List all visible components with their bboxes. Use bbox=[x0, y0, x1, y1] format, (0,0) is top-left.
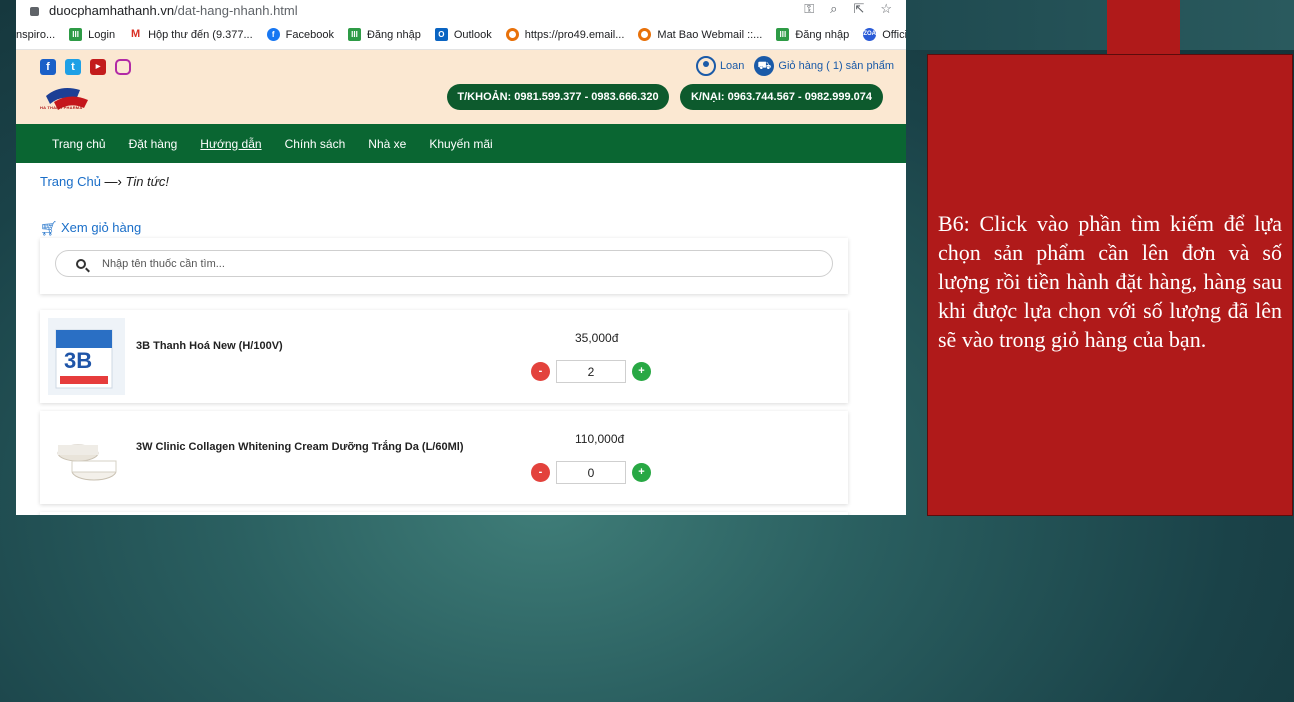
logo-wordmark: HA THANH PHARMA bbox=[40, 105, 83, 110]
facebook-icon[interactable]: f bbox=[40, 59, 56, 75]
complaint-phone-pill: K/NẠI: 0963.744.567 - 0982.999.074 bbox=[680, 84, 883, 110]
product-price: 110,000đ bbox=[575, 432, 625, 446]
bookmark-item[interactable]: III Đăng nhập bbox=[347, 28, 421, 41]
instruction-callout: B6: Click vào phần tìm kiếm để lựa chọn … bbox=[927, 54, 1293, 516]
user-name[interactable]: Loan bbox=[720, 60, 744, 72]
instagram-icon[interactable] bbox=[115, 59, 131, 75]
breadcrumb-separator: —› bbox=[100, 174, 126, 189]
view-cart-label: Xem giỏ hàng bbox=[61, 220, 142, 235]
key-icon[interactable]: ⚿ bbox=[804, 1, 814, 17]
increase-button[interactable]: + bbox=[632, 463, 651, 482]
svg-text:3B: 3B bbox=[64, 348, 92, 373]
product-name[interactable]: 3B Thanh Hoá New (H/100V) bbox=[136, 340, 283, 352]
breadcrumb: Trang Chủ —› Tin tức! bbox=[40, 174, 169, 189]
breadcrumb-home-link[interactable]: Trang Chủ bbox=[40, 174, 101, 189]
product-price: 35,000đ bbox=[575, 331, 619, 345]
url-domain: duocphamhathanh.vn bbox=[49, 2, 175, 18]
address-bar[interactable]: duocphamhathanh.vn/dat-hang-nhanh.html ⚿… bbox=[16, 0, 906, 20]
bars-icon: III bbox=[347, 28, 361, 41]
star-icon[interactable]: ☆ bbox=[880, 1, 892, 17]
increase-button[interactable]: + bbox=[632, 362, 651, 381]
bookmark-item[interactable]: III Đăng nhập bbox=[776, 28, 849, 41]
search-input[interactable] bbox=[102, 257, 702, 270]
zoom-icon[interactable]: ⌕ bbox=[830, 1, 837, 17]
cart-icon[interactable]: ⛟ bbox=[754, 56, 775, 76]
quantity-input[interactable] bbox=[556, 360, 626, 383]
bank-account-pill: T/KHOẢN: 0981.599.377 - 0983.666.320 bbox=[447, 84, 669, 110]
product-row: 3W Clinic Collagen Whitening Cream Dưỡng… bbox=[40, 411, 848, 504]
product-row-partial bbox=[40, 512, 848, 515]
lock-icon bbox=[30, 6, 39, 16]
slide-background-strip bbox=[906, 0, 1294, 50]
bars-icon: III bbox=[776, 28, 790, 41]
bookmark-item[interactable]: M Hộp thư đến (9.377... bbox=[129, 28, 253, 41]
cart-icon: 🛒︎ bbox=[40, 219, 58, 236]
product-name[interactable]: 3W Clinic Collagen Whitening Cream Dưỡng… bbox=[136, 441, 463, 453]
facebook-icon: f bbox=[266, 28, 280, 41]
product-image[interactable] bbox=[48, 419, 125, 496]
quantity-stepper: - + bbox=[531, 461, 651, 484]
cart-summary[interactable]: Giỏ hàng ( 1) sản phẩm bbox=[778, 60, 894, 72]
bookmark-item[interactable]: III Login bbox=[69, 28, 115, 41]
twitter-icon[interactable]: t bbox=[65, 59, 81, 75]
bookmark-item[interactable]: O Outlook bbox=[434, 28, 492, 41]
youtube-icon[interactable]: ▶ bbox=[90, 59, 106, 75]
slide-red-tab bbox=[1107, 0, 1180, 54]
bars-icon: III bbox=[69, 28, 83, 41]
gmail-icon: M bbox=[129, 28, 143, 41]
social-links: f t ▶ bbox=[40, 59, 131, 75]
decrease-button[interactable]: - bbox=[531, 463, 550, 482]
site-header: f t ▶ HA THANH PHARMA Loan ⛟ Giỏ hàng ( … bbox=[16, 50, 906, 124]
bookmark-item[interactable]: https://pro49.email... bbox=[505, 28, 624, 41]
view-cart-link[interactable]: 🛒︎ Xem giỏ hàng bbox=[40, 220, 141, 235]
url-path: /dat-hang-nhanh.html bbox=[174, 2, 298, 18]
search-icon bbox=[76, 258, 86, 269]
nav-item-guide[interactable]: Hướng dẫn bbox=[200, 137, 261, 151]
ring-icon bbox=[638, 28, 652, 41]
quantity-input[interactable] bbox=[556, 461, 626, 484]
share-icon[interactable]: ⇱ bbox=[853, 1, 864, 17]
nav-item-policy[interactable]: Chính sách bbox=[285, 137, 346, 151]
nav-item-bus[interactable]: Nhà xe bbox=[368, 137, 406, 151]
bookmark-item[interactable]: Mat Bao Webmail ::... bbox=[638, 28, 762, 41]
nav-item-home[interactable]: Trang chủ bbox=[52, 137, 106, 151]
decrease-button[interactable]: - bbox=[531, 362, 550, 381]
bookmark-item[interactable]: ZOAOfficial Acc bbox=[863, 28, 906, 41]
ring-icon bbox=[505, 28, 519, 41]
user-icon[interactable] bbox=[695, 56, 716, 76]
nav-item-promotion[interactable]: Khuyến mãi bbox=[429, 137, 492, 151]
address-bar-actions: ⚿ ⌕ ⇱ ☆ bbox=[804, 1, 892, 17]
outlook-icon: O bbox=[434, 28, 448, 41]
website-screenshot: duocphamhathanh.vn/dat-hang-nhanh.html ⚿… bbox=[16, 0, 906, 515]
nav-item-order[interactable]: Đặt hàng bbox=[129, 137, 178, 151]
search-field[interactable] bbox=[55, 250, 833, 277]
zoa-icon: ZOA bbox=[863, 28, 877, 41]
instruction-text: B6: Click vào phần tìm kiếm để lựa chọn … bbox=[938, 210, 1282, 352]
product-row: 3B 3B Thanh Hoá New (H/100V) 35,000đ - + bbox=[40, 310, 848, 403]
quantity-stepper: - + bbox=[531, 360, 651, 383]
product-image[interactable]: 3B bbox=[48, 318, 125, 395]
breadcrumb-current: Tin tức! bbox=[125, 174, 170, 189]
bookmarks-bar: nspiro... III Login M Hộp thư đến (9.377..… bbox=[16, 20, 906, 50]
main-nav: Trang chủ Đặt hàng Hướng dẫn Chính sách … bbox=[16, 124, 906, 163]
user-area: Loan ⛟ Giỏ hàng ( 1) sản phẩm bbox=[695, 56, 894, 76]
bookmark-item[interactable]: f Facebook bbox=[266, 28, 334, 41]
bookmark-item[interactable]: nspiro... bbox=[16, 29, 55, 41]
search-card bbox=[40, 238, 848, 294]
